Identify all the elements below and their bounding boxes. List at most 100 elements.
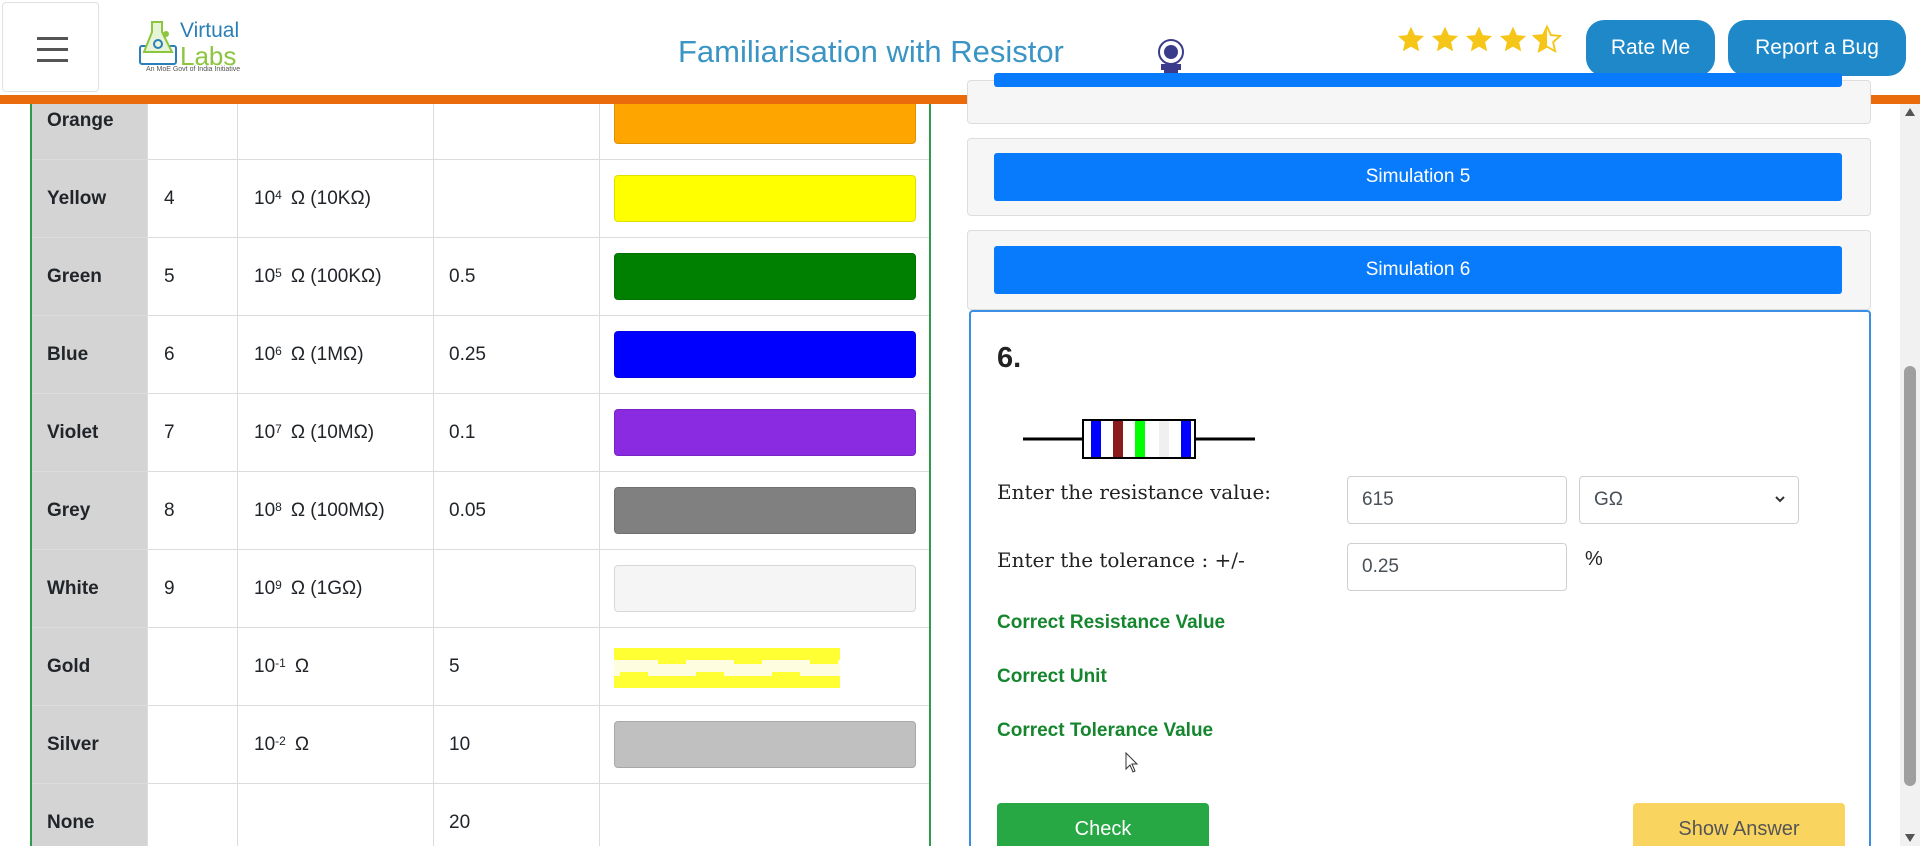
multiplier-unit: Ω (100MΩ): [290, 499, 385, 521]
multiplier-value: 10 7 Ω (10MΩ): [238, 394, 434, 471]
multiplier-base: 10: [254, 421, 276, 443]
digit-value: [148, 784, 238, 846]
color-swatch: [614, 331, 916, 378]
menu-line-icon: [37, 48, 68, 51]
tolerance-percent-sign: %: [1585, 548, 1603, 570]
star-full-icon[interactable]: [1463, 24, 1495, 56]
multiplier-base: 10: [254, 343, 276, 365]
swatch-cell: [600, 316, 929, 393]
check-button[interactable]: Check: [997, 803, 1209, 846]
color-row-yellow: Yellow 4 10 4 Ω (10KΩ): [32, 160, 929, 238]
resistor-band-3: [1135, 421, 1145, 457]
star-full-icon[interactable]: [1497, 24, 1529, 56]
digit-value: [148, 706, 238, 783]
color-row-blue: Blue 6 10 6 Ω (1MΩ) 0.25: [32, 316, 929, 394]
color-code-table: Orange Yellow 4 10 4 Ω (10KΩ) Green 5 10 5 Ω (100K…: [30, 104, 931, 846]
simulation-4-button[interactable]: [994, 73, 1842, 87]
multiplier-value: [238, 784, 434, 846]
logo-text-virtual: Virtual: [180, 19, 240, 42]
color-name: Grey: [32, 472, 148, 549]
multiplier-exponent: -2: [275, 733, 286, 748]
page-scrollbar[interactable]: [1900, 104, 1920, 846]
simulation-6-item: Simulation 6: [967, 230, 1871, 310]
tolerance-label: Enter the tolerance : +/-: [997, 548, 1245, 572]
question-number: 6.: [997, 342, 1022, 374]
resistance-input[interactable]: 615: [1347, 476, 1567, 524]
multiplier-value: 10 4 Ω (10KΩ): [238, 160, 434, 237]
flask-logo-icon: [139, 21, 177, 65]
star-full-icon[interactable]: [1429, 24, 1461, 56]
tolerance-value: 20: [434, 784, 600, 846]
simulation-5-button[interactable]: Simulation 5: [994, 153, 1842, 201]
app-root: Virtual Labs An MoE Govt of India Initia…: [0, 0, 1920, 846]
multiplier-exponent: 8: [275, 499, 282, 514]
multiplier-unit: Ω (10KΩ): [290, 187, 371, 209]
multiplier-unit: Ω: [294, 733, 310, 755]
multiplier-unit: Ω (1GΩ): [290, 577, 363, 599]
simulation-6-button[interactable]: Simulation 6: [994, 246, 1842, 294]
tolerance-value: [434, 104, 600, 159]
multiplier-exponent: 6: [275, 343, 282, 358]
multiplier-value: [238, 104, 434, 159]
color-swatch: [614, 565, 916, 612]
color-name: Yellow: [32, 160, 148, 237]
color-name: Green: [32, 238, 148, 315]
color-row-violet: Violet 7 10 7 Ω (10MΩ) 0.1: [32, 394, 929, 472]
tolerance-value: [434, 160, 600, 237]
multiplier-exponent: 9: [275, 577, 282, 592]
tolerance-value: 0.05: [434, 472, 600, 549]
swatch-cell: [600, 394, 929, 471]
multiplier-base: 10: [254, 265, 276, 287]
multiplier-value: 10 5 Ω (100KΩ): [238, 238, 434, 315]
multiplier-base: 10: [254, 499, 276, 521]
page-title: Familiarisation with Resistor: [678, 34, 1064, 69]
virtual-labs-logo[interactable]: Virtual Labs An MoE Govt of India Initia…: [138, 14, 248, 78]
swatch-cell: [600, 550, 929, 627]
color-name: Orange: [32, 104, 148, 159]
color-swatch: [614, 253, 916, 300]
color-swatch: [614, 409, 916, 456]
color-name: Blue: [32, 316, 148, 393]
digit-value: 9: [148, 550, 238, 627]
tolerance-value: [434, 550, 600, 627]
star-rating[interactable]: [1395, 24, 1563, 56]
multiplier-base: 10: [254, 733, 276, 755]
digit-value: 6: [148, 316, 238, 393]
color-name: White: [32, 550, 148, 627]
question-card: 6. Enter the resistance value: 615 GΩ En…: [969, 310, 1871, 846]
tolerance-value: 5: [434, 628, 600, 705]
multiplier-unit: Ω: [294, 655, 310, 677]
hamburger-menu-button[interactable]: [2, 2, 99, 92]
menu-line-icon: [37, 37, 68, 40]
star-half-icon[interactable]: [1531, 24, 1563, 56]
swatch-cell: [600, 628, 929, 705]
color-swatch: [614, 175, 916, 222]
color-row-orange: Orange: [32, 104, 929, 160]
multiplier-unit: Ω (100KΩ): [290, 265, 382, 287]
multiplier-exponent: 7: [275, 421, 282, 436]
tolerance-input[interactable]: 0.25: [1347, 543, 1567, 591]
unit-select[interactable]: GΩ: [1579, 476, 1799, 524]
color-row-gold: Gold 10 -1 Ω 5: [32, 628, 929, 706]
star-full-icon[interactable]: [1395, 24, 1427, 56]
simulation-5-item: Simulation 5: [967, 138, 1871, 216]
rate-me-button[interactable]: Rate Me: [1586, 20, 1715, 76]
swatch-cell: [600, 784, 929, 846]
show-answer-button[interactable]: Show Answer: [1633, 803, 1845, 846]
color-row-white: White 9 10 9 Ω (1GΩ): [32, 550, 929, 628]
digit-value: 7: [148, 394, 238, 471]
gold-swatch: [614, 648, 840, 688]
resistor-band-2: [1113, 421, 1123, 457]
tolerance-value: 0.1: [434, 394, 600, 471]
tolerance-value: 10: [434, 706, 600, 783]
report-bug-button[interactable]: Report a Bug: [1728, 20, 1906, 76]
resistance-label: Enter the resistance value:: [997, 480, 1272, 504]
scroll-up-arrow-icon[interactable]: [1905, 108, 1915, 116]
scroll-down-arrow-icon[interactable]: [1905, 834, 1915, 842]
swatch-cell: [600, 160, 929, 237]
resistance-result: Correct Resistance Value: [997, 612, 1226, 633]
scrollbar-thumb[interactable]: [1904, 366, 1916, 786]
multiplier-value: 10 -2 Ω: [238, 706, 434, 783]
digit-value: 4: [148, 160, 238, 237]
color-row-green: Green 5 10 5 Ω (100KΩ) 0.5: [32, 238, 929, 316]
